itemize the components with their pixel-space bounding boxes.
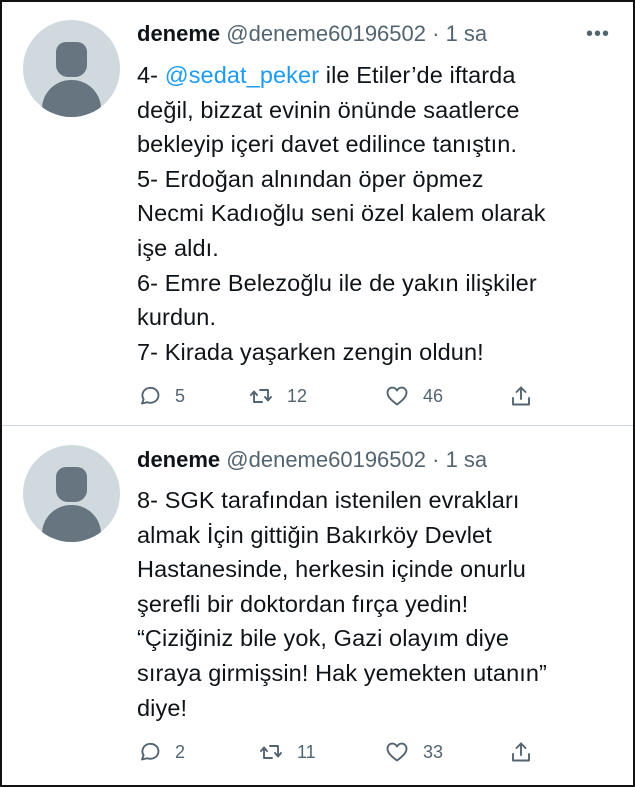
tweet-line: almak İçin gittiğin Bakırköy Devlet — [137, 521, 492, 548]
timestamp[interactable]: 1 sa — [446, 447, 488, 472]
tweet-thread: deneme @deneme60196502 · 1 sa ••• 4- @se… — [0, 0, 635, 787]
display-name[interactable]: deneme — [137, 447, 220, 472]
tweet-line: diye! — [137, 694, 188, 721]
like-count: 33 — [423, 741, 444, 762]
user-handle[interactable]: @deneme60196502 — [226, 21, 426, 46]
like-count: 46 — [423, 385, 444, 406]
avatar-body — [42, 505, 101, 542]
avatar-head — [56, 42, 87, 77]
tweet-line: Necmi Kadıoğlu seni özel kalem olarak — [137, 200, 546, 227]
share-icon — [512, 742, 530, 762]
like-icon — [386, 386, 408, 406]
tweet-actions: 5 12 46 — [137, 382, 537, 410]
avatar-body — [42, 80, 101, 117]
tweet-line: 6- Emre Belezoğlu ile de yakın ilişkiler — [137, 269, 537, 296]
tweet-line: Hastanesinde, herkesin içinde onurlu — [137, 556, 526, 583]
tweet-line: 4- @sedat_peker ile Etiler’de iftarda — [137, 58, 617, 93]
tweet-actions: 2 11 33 — [137, 738, 537, 766]
retweet-button[interactable]: 12 — [249, 382, 307, 410]
reply-icon — [141, 386, 160, 405]
reply-count: 2 — [175, 741, 186, 762]
share-icon — [512, 386, 530, 406]
tweet-line: işe aldı. — [137, 234, 219, 261]
like-button[interactable]: 46 — [385, 382, 443, 410]
reply-button[interactable]: 2 — [137, 738, 185, 766]
tweet-header: deneme @deneme60196502 · 1 sa — [137, 20, 487, 48]
tweet-line: kurdun. — [137, 304, 217, 331]
tweet-line: 7- Kirada yaşarken zengin oldun! — [137, 338, 484, 365]
like-icon — [386, 742, 408, 762]
separator-dot: · — [432, 21, 440, 46]
tweet-line: 5- Erdoğan alnından öper öpmez — [137, 165, 484, 192]
tweet-text: 4- @sedat_peker ile Etiler’de iftarda de… — [137, 58, 617, 369]
reply-button[interactable]: 5 — [137, 382, 185, 410]
line-text: 4- — [137, 62, 165, 88]
mention-link[interactable]: @sedat_peker — [165, 62, 319, 88]
display-name[interactable]: deneme — [137, 21, 220, 46]
tweet-line: değil, bizzat evinin önünde saatlerce — [137, 96, 520, 123]
tweet-line: 8- SGK tarafından istenilen evrakları — [137, 487, 520, 513]
share-button[interactable] — [509, 382, 533, 410]
avatar[interactable] — [23, 445, 120, 542]
tweet-text: 8- SGK tarafından istenilen evrakları al… — [137, 483, 617, 725]
avatar[interactable] — [23, 20, 120, 117]
tweet-line: şerefli bir doktordan fırça yedin! — [137, 590, 469, 617]
more-icon[interactable]: ••• — [586, 24, 610, 44]
retweet-icon — [250, 389, 272, 403]
tweet-line: sıraya girmişsin! Hak yemekten utanın” — [137, 659, 547, 686]
tweet-line: “Çiziğiniz bile yok, Gazi olayım diye — [137, 625, 509, 652]
avatar-head — [56, 467, 87, 502]
user-handle[interactable]: @deneme60196502 — [226, 447, 426, 472]
retweet-count: 11 — [297, 741, 316, 762]
reply-icon — [141, 742, 160, 761]
reply-count: 5 — [175, 385, 186, 406]
like-button[interactable]: 33 — [385, 738, 443, 766]
retweet-icon — [260, 745, 282, 759]
tweet-header: deneme @deneme60196502 · 1 sa — [137, 446, 487, 474]
share-button[interactable] — [509, 738, 533, 766]
tweet-line: bekleyip içeri davet edilince tanıştın. — [137, 131, 518, 158]
separator-dot: · — [432, 447, 440, 472]
timestamp[interactable]: 1 sa — [446, 21, 488, 46]
retweet-button[interactable]: 11 — [259, 738, 316, 766]
retweet-count: 12 — [287, 385, 308, 406]
line-text: ile Etiler’de iftarda — [319, 62, 516, 88]
tweet-divider — [2, 425, 633, 426]
